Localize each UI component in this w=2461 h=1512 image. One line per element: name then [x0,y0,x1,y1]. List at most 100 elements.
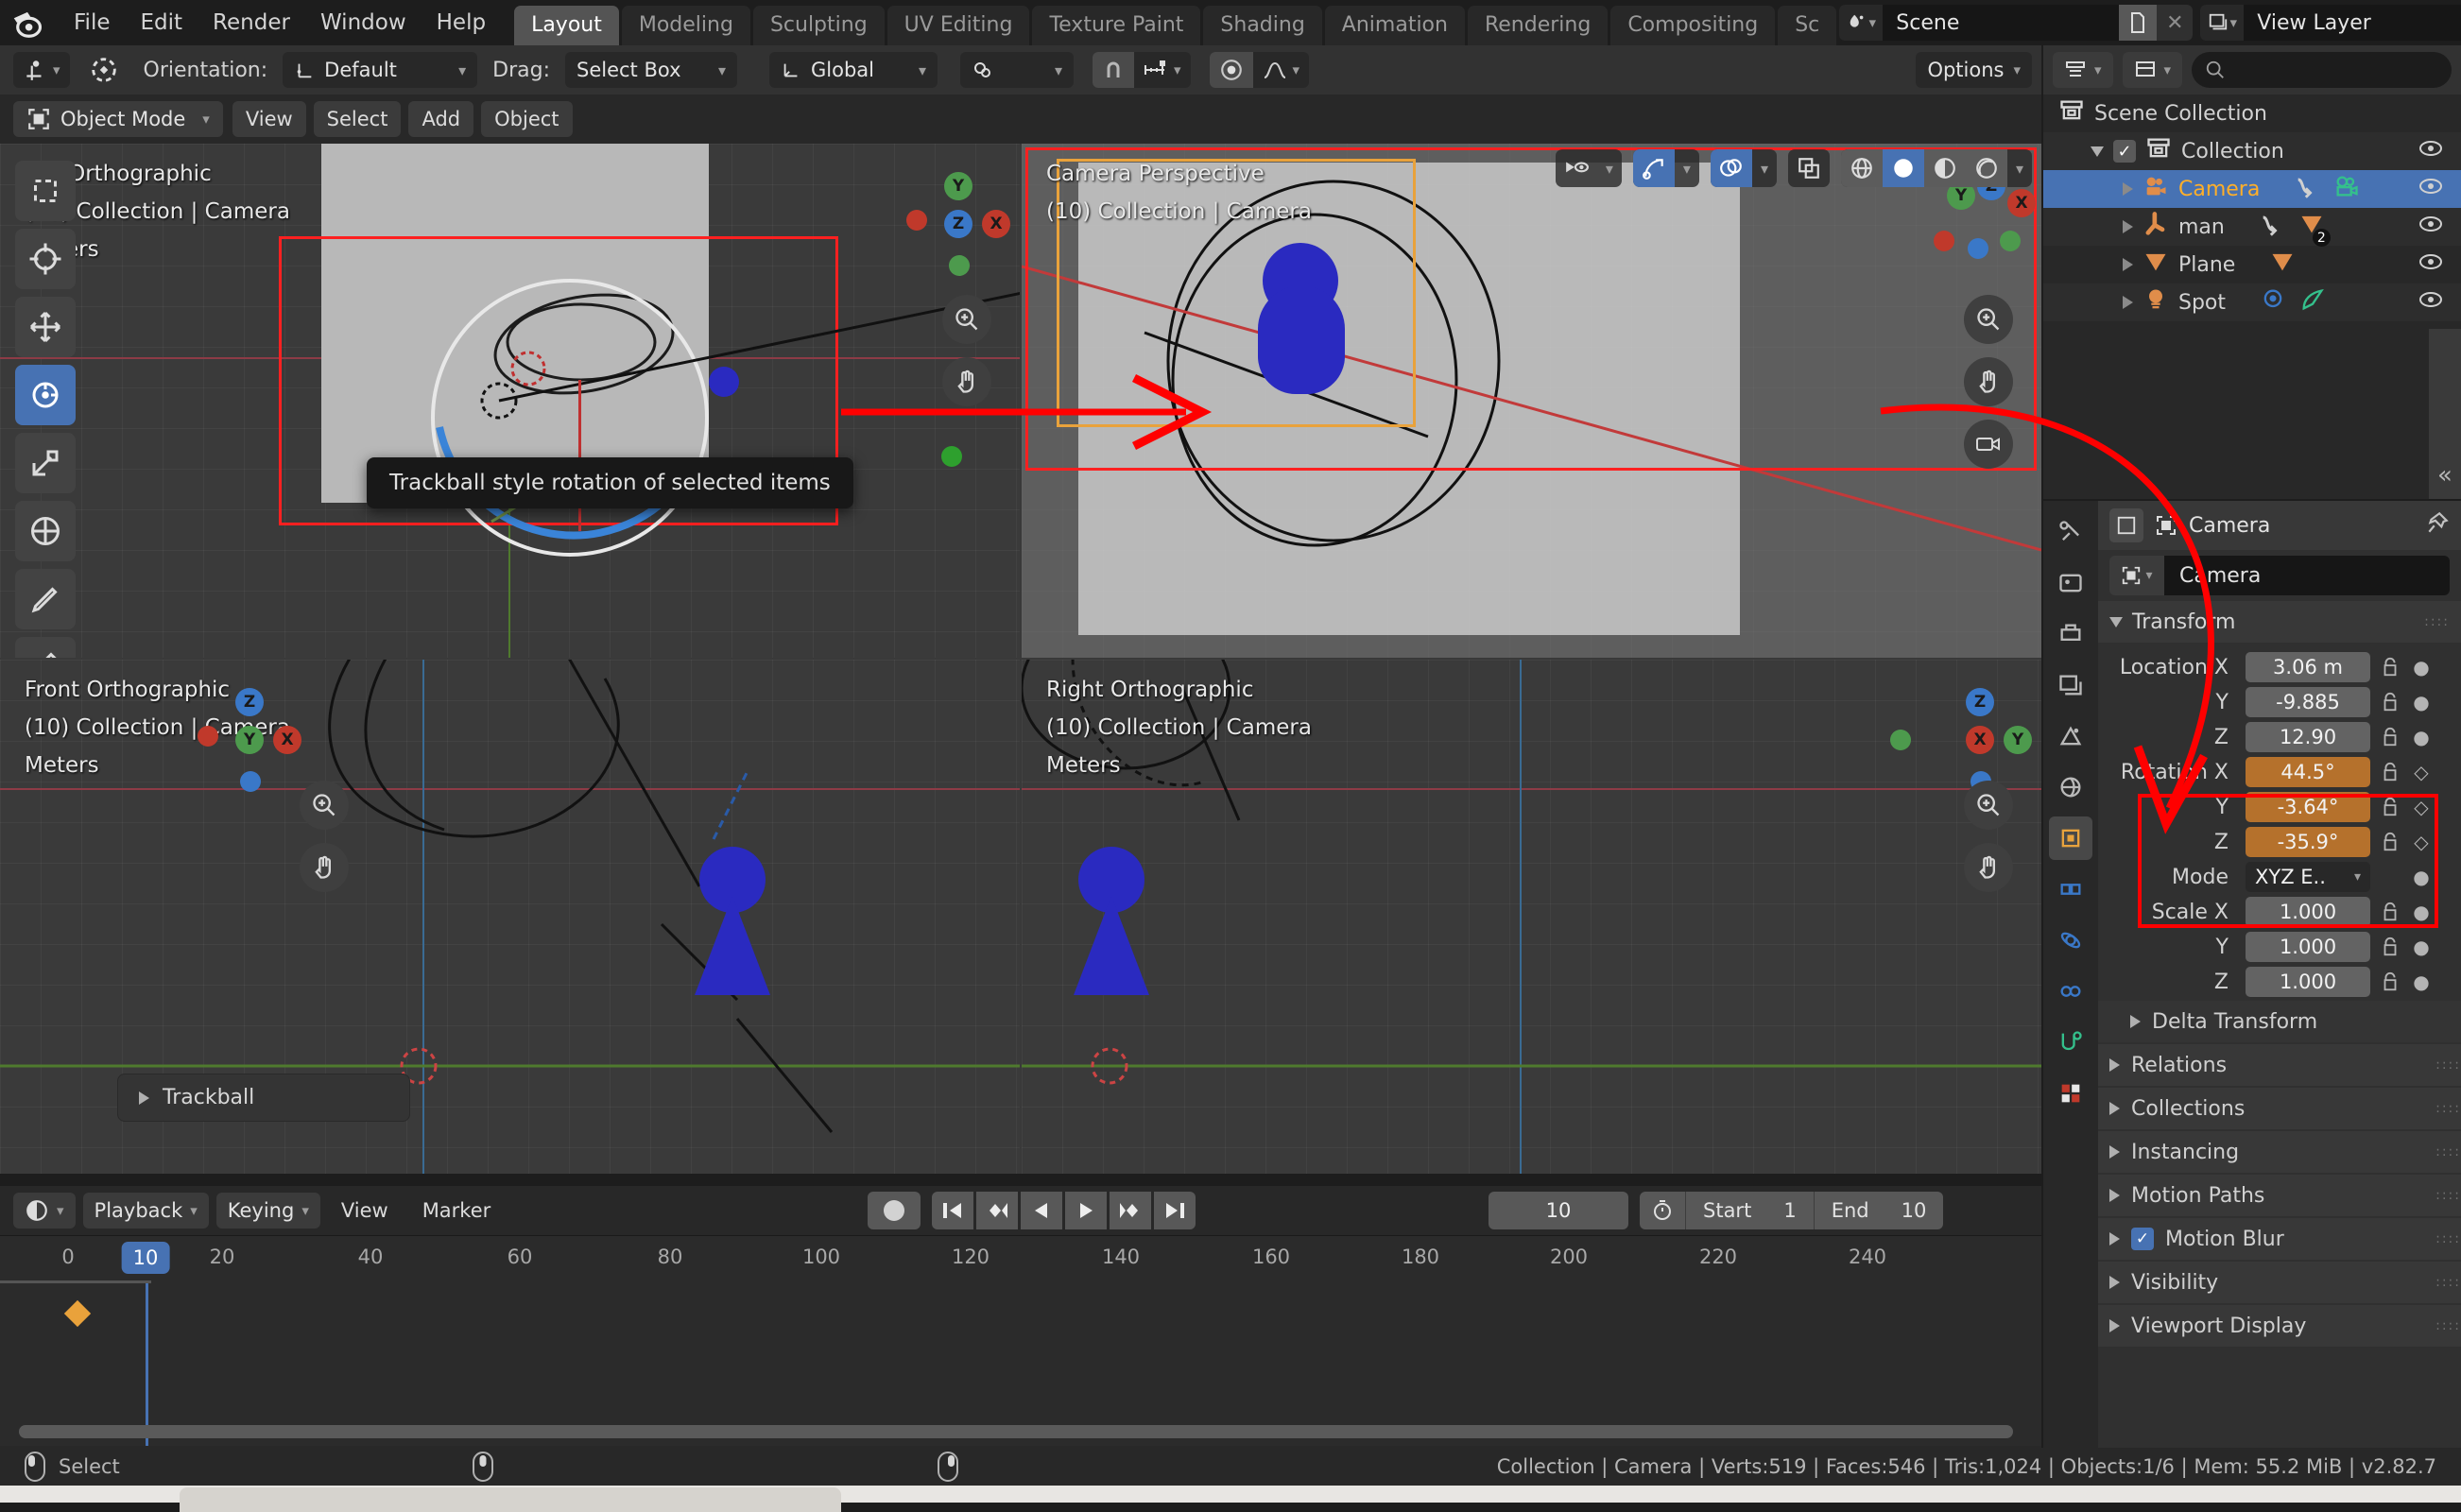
gizmo-x-axis[interactable]: X [982,210,1010,238]
viewlayer-selector[interactable]: ▾ View Layer ✕ [2200,5,2461,41]
viewport-front-orthographic[interactable]: Front Orthographic (10) Collection | Cam… [0,660,1020,1174]
outliner-item-plane[interactable]: Plane [2043,246,2461,284]
scene-name[interactable]: Scene [1883,5,2120,41]
xray-toggle-icon[interactable] [1788,149,1830,187]
transform-pivot-icon[interactable]: ▾ [13,52,70,88]
outliner-collapse-handle[interactable]: « [2429,329,2461,499]
workspace-tab-modeling[interactable]: Modeling [621,6,750,45]
play-button[interactable] [1065,1192,1107,1229]
expand-triangle-icon[interactable] [2123,182,2133,196]
chevron-down-icon[interactable]: ▾ [1675,149,1699,187]
navigation-gizmo-front[interactable]: Z Y X [198,688,301,792]
end-frame-field[interactable]: End 10 [1813,1192,1944,1229]
properties-object-tab[interactable] [2049,816,2092,860]
drag-dropdown[interactable]: Select Box ▾ [565,52,737,88]
keying-menu[interactable]: Keying ▾ [215,1193,320,1228]
rotate-gizmo-icon[interactable] [79,51,129,89]
cursor-tool[interactable] [15,229,76,289]
navigation-gizmo[interactable]: Y Z X [906,172,1010,276]
timeline-view-menu[interactable]: View [328,1199,402,1222]
menu-edit[interactable]: Edit [126,5,198,41]
menu-window[interactable]: Window [305,5,422,41]
animate-dot-icon[interactable]: ● [2410,691,2433,713]
viewport-menu-select[interactable]: Select [313,101,402,137]
lock-icon[interactable] [2378,797,2402,817]
outliner-search-input[interactable] [2192,52,2452,88]
lock-icon[interactable] [2378,727,2402,747]
menu-render[interactable]: Render [198,5,305,41]
expand-triangle-icon[interactable] [2091,146,2104,157]
options-dropdown[interactable]: Options ▾ [1916,52,2032,88]
snap-magnet-icon[interactable] [1093,52,1134,88]
viewlayer-name[interactable]: View Layer [2244,5,2461,41]
object-type-icon[interactable]: ▾ [2109,556,2164,595]
outliner-item-collection[interactable]: ✓ Collection [2043,132,2461,170]
gizmo-z-axis[interactable]: Z [944,210,972,238]
viewport-right-orthographic[interactable]: Right Orthographic (10) Collection | Cam… [1022,660,2041,1174]
taskbar-window-item[interactable] [180,1487,841,1512]
lock-icon[interactable] [2378,936,2402,957]
outliner-display-icon[interactable]: ▾ [2053,52,2113,88]
auto-keying-button[interactable] [868,1192,921,1229]
outliner-item-scene-collection[interactable]: Scene Collection [2043,94,2461,132]
outliner-item-camera[interactable]: Camera [2043,170,2461,208]
blender-logo-icon[interactable] [9,3,45,43]
viewport-menu-view[interactable]: View [232,101,306,137]
lock-icon[interactable] [2378,762,2402,782]
expand-triangle-icon[interactable] [2109,1319,2120,1332]
collapse-triangle-icon[interactable] [2109,616,2123,627]
shading-rendered-icon[interactable] [1965,149,2007,187]
timeline-editor-icon[interactable]: ▾ [13,1193,76,1228]
smooth-falloff-icon[interactable]: ▾ [1253,52,1310,88]
shading-solid-icon[interactable] [1882,149,1924,187]
timeline-ruler[interactable]: 0102040608010012014016018020022024010 [0,1235,2041,1280]
pin-icon[interactable] [2425,510,2450,541]
zoom-view-button[interactable] [942,295,991,344]
properties-texture-tab[interactable] [2049,1072,2092,1115]
timeline-keyframe-area[interactable] [0,1280,2041,1446]
timeline-horizontal-scrollbar[interactable] [19,1425,2013,1438]
lock-icon[interactable] [2378,832,2402,852]
pan-view-button[interactable] [942,357,991,406]
gizmo-icon[interactable] [1632,149,1675,187]
proportional-edit-icon[interactable] [1209,52,1253,88]
visibility-eye-icon[interactable] [2418,175,2444,203]
navigation-gizmo-right[interactable]: Z X Y [1890,688,2032,792]
prop-value[interactable]: -35.9° [2246,827,2370,857]
outliner-item-spot[interactable]: Spot [2043,284,2461,321]
gizmo-neg-y[interactable] [949,255,970,276]
section-viewport-display[interactable]: Viewport Display:::: [2098,1305,2461,1347]
viewport-top-orthographic[interactable]: Top Orthographic (10) Collection | Camer… [0,144,1020,658]
expand-triangle-icon[interactable] [2130,1015,2141,1028]
annotate-tool[interactable] [15,569,76,629]
play-reverse-button[interactable] [1021,1192,1062,1229]
workspace-tab-shading[interactable]: Shading [1203,6,1322,45]
workspace-tab-texture-paint[interactable]: Texture Paint [1032,6,1201,45]
viewport-camera-perspective[interactable]: Camera Perspective (10) Collection | Cam… [1022,144,2041,658]
object-name-field[interactable]: Camera [2164,556,2450,595]
gizmo-z-axis[interactable]: Z [1966,688,1994,716]
visibility-eye-icon[interactable] [2418,137,2444,165]
properties-scene-tab[interactable] [2049,714,2092,758]
workspace-tab-sculpting[interactable]: Sculpting [752,6,885,45]
prop-value[interactable]: -9.885 [2246,687,2370,717]
expand-triangle-icon[interactable] [2123,296,2133,309]
pan-view-button[interactable] [300,843,349,892]
zoom-view-button[interactable] [300,781,349,830]
rotate-tool[interactable] [15,365,76,425]
playhead-label[interactable]: 10 [121,1242,170,1274]
keyframe-diamond-icon[interactable]: ◇ [2410,796,2433,818]
animate-dot-icon[interactable]: ● [2410,971,2433,993]
animation-icon[interactable] [2294,173,2320,205]
jump-to-end-button[interactable] [1154,1192,1196,1229]
expand-triangle-icon[interactable] [2123,220,2133,233]
expand-triangle-icon[interactable] [2109,1102,2120,1115]
section-checkbox[interactable]: ✓ [2131,1228,2154,1250]
current-frame-field[interactable]: 10 [1489,1192,1628,1229]
visibility-eye-icon[interactable] [2418,250,2444,279]
gizmo-y-axis[interactable]: Y [235,726,264,754]
use-preview-range-icon[interactable] [1640,1192,1685,1229]
pivot-point-dropdown[interactable]: ▾ [960,52,1074,88]
pan-view-button[interactable] [1964,357,2013,406]
measure-tool[interactable] [15,637,76,658]
